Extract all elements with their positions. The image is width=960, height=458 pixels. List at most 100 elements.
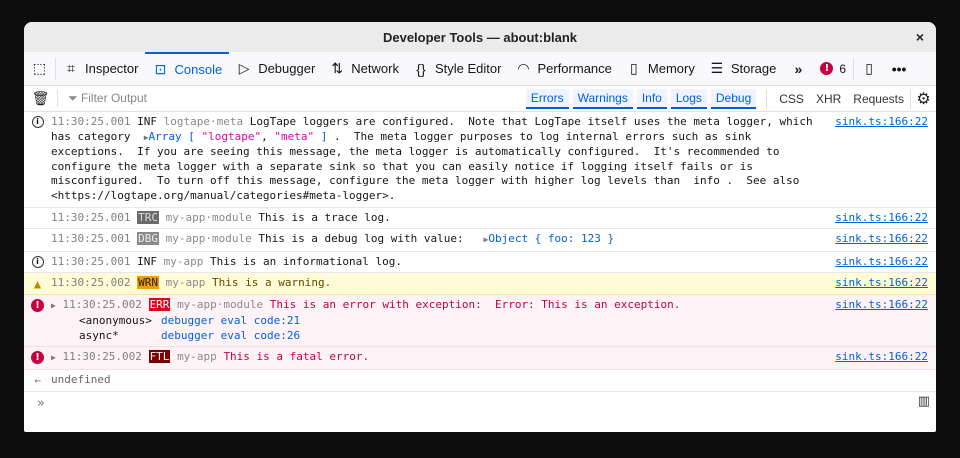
more-tools-button[interactable]: » xyxy=(783,52,813,86)
level-badge: FTL xyxy=(148,350,171,364)
dock-button[interactable]: ▯ xyxy=(853,57,884,80)
category: logtape·meta xyxy=(163,115,244,128)
level-badge: DBG xyxy=(137,232,159,246)
trash-icon: 🗑 xyxy=(31,90,50,106)
array-preview[interactable]: Array [ xyxy=(149,130,202,143)
tab-network[interactable]: ⇅ Network xyxy=(322,52,406,86)
filter-requests[interactable]: Requests xyxy=(847,92,910,106)
filter-input[interactable]: ⏷ Filter Output xyxy=(58,91,526,106)
error-icon: ! xyxy=(31,299,44,313)
tab-storage[interactable]: ☰ Storage xyxy=(702,52,784,86)
frame-location[interactable]: debugger eval code:21 xyxy=(161,314,300,327)
frame-function: <anonymous> xyxy=(79,313,152,327)
tab-label: Storage xyxy=(730,61,777,76)
frame-location[interactable]: debugger eval code:26 xyxy=(161,329,300,342)
source-link[interactable]: sink.ts:166:22 xyxy=(835,115,928,130)
tab-style-editor[interactable]: {} Style Editor xyxy=(406,52,508,86)
expand-triangle-icon[interactable]: ▶ xyxy=(51,353,56,362)
tab-memory[interactable]: ▯ Memory xyxy=(619,52,702,86)
storage-icon: ☰ xyxy=(710,60,724,76)
log-row-debug: 11:30:25.001 DBG my-app·module This is a… xyxy=(24,229,936,252)
message-text: This is a fatal error. xyxy=(223,350,370,364)
filter-css[interactable]: CSS xyxy=(773,92,810,106)
console-output: i 11:30:25.001 INF logtape·meta LogTape … xyxy=(24,112,936,416)
category: my-app·module xyxy=(165,232,252,246)
filter-info[interactable]: Info xyxy=(636,88,667,109)
info-icon: i xyxy=(31,255,44,268)
tab-label: Memory xyxy=(647,61,695,76)
info-icon: i xyxy=(31,116,44,128)
level-badge: WRN xyxy=(137,276,159,290)
source-link[interactable]: sink.ts:166:22 xyxy=(835,298,928,313)
picker-icon: ⬚ xyxy=(32,60,47,76)
tab-label: Inspector xyxy=(85,61,139,76)
source-link[interactable]: sink.ts:166:22 xyxy=(835,232,928,247)
category: my-app xyxy=(163,254,204,268)
source-link[interactable]: sink.ts:166:22 xyxy=(835,211,928,226)
tab-label: Style Editor xyxy=(434,61,502,76)
filter-debug[interactable]: Debug xyxy=(710,88,757,109)
more-icon: ••• xyxy=(891,60,907,77)
log-row-meta: i 11:30:25.001 INF logtape·meta LogTape … xyxy=(24,112,936,208)
close-icon[interactable]: × xyxy=(916,22,924,53)
category: my-app·module xyxy=(177,298,264,312)
message-text: This is a warning. xyxy=(211,276,332,290)
gauge-icon: ◠ xyxy=(517,60,530,76)
element-picker-button[interactable]: ⬚ xyxy=(24,57,56,80)
level-badge: TRC xyxy=(137,210,159,224)
timestamp: 11:30:25.002 xyxy=(62,298,142,312)
result-arrow-icon: ← xyxy=(34,373,41,387)
category: my-app·module xyxy=(165,210,252,224)
debugger-icon: ▷ xyxy=(238,60,250,76)
tab-performance[interactable]: ◠ Performance xyxy=(508,52,618,86)
frame-function: async* xyxy=(79,328,119,342)
dock-icon: ▯ xyxy=(865,60,873,76)
console-input[interactable]: » ▥ xyxy=(24,392,936,416)
source-link[interactable]: sink.ts:166:22 xyxy=(835,276,928,291)
source-link[interactable]: sink.ts:166:22 xyxy=(835,255,928,270)
clear-console-button[interactable]: 🗑 xyxy=(24,90,58,107)
tab-debugger[interactable]: ▷ Debugger xyxy=(229,52,322,86)
log-row-warning: ▲ 11:30:25.002 WRN my-app This is a warn… xyxy=(24,273,936,296)
warning-icon: ▲ xyxy=(33,277,42,292)
timestamp: 11:30:25.001 xyxy=(51,210,131,224)
log-row-trace: 11:30:25.001 TRC my-app·module This is a… xyxy=(24,208,936,230)
timestamp: 11:30:25.001 xyxy=(51,232,131,246)
chip-icon: ▯ xyxy=(630,60,638,76)
timestamp: 11:30:25.001 xyxy=(51,115,131,128)
title-bar: Developer Tools — about:blank × xyxy=(24,22,936,52)
level: INF xyxy=(137,254,157,268)
filter-xhr[interactable]: XHR xyxy=(810,92,847,106)
error-icon: ! xyxy=(31,351,44,365)
error-count-button[interactable]: ! 6 xyxy=(813,52,853,86)
filter-placeholder: Filter Output xyxy=(80,91,147,105)
timestamp: 11:30:25.002 xyxy=(62,350,142,364)
stack-trace: <anonymous> debugger eval code:21 async* de… xyxy=(51,314,826,343)
tab-console[interactable]: ⊡ Console xyxy=(145,51,230,86)
result-value: undefined xyxy=(51,372,111,386)
stack-frame: async* debugger eval code:26 xyxy=(79,329,826,344)
expand-triangle-icon[interactable]: ▶ xyxy=(51,301,56,310)
array-item: "logtape" xyxy=(201,129,262,143)
menu-button[interactable]: ••• xyxy=(884,52,914,86)
source-link[interactable]: sink.ts:166:22 xyxy=(835,350,928,365)
filter-errors[interactable]: Errors xyxy=(525,88,569,109)
object-preview[interactable]: Object { foo: 123 } xyxy=(488,232,614,245)
log-row-info: i 11:30:25.001 INF my-app This is an inf… xyxy=(24,252,936,274)
timestamp: 11:30:25.001 xyxy=(51,254,131,268)
toolbox-tabs: ⬚ ⌗ Inspector ⊡ Console ▷ Debugger ⇅ Network… xyxy=(24,51,936,86)
editor-mode-icon[interactable]: ▥ xyxy=(918,395,930,410)
filter-logs[interactable]: Logs xyxy=(670,88,707,109)
stack-frame: <anonymous> debugger eval code:21 xyxy=(79,314,826,329)
filter-bar: 🗑 ⏷ Filter Output Errors Warnings Info L… xyxy=(24,86,936,112)
log-row-error: ! ▶ 11:30:25.002 ERR my-app·module This … xyxy=(24,295,936,348)
timestamp: 11:30:25.002 xyxy=(51,276,131,290)
filter-warnings[interactable]: Warnings xyxy=(572,88,633,109)
divider xyxy=(766,89,768,108)
tab-inspector[interactable]: ⌗ Inspector xyxy=(56,52,145,86)
message-text: This is a trace log. xyxy=(258,210,391,224)
message-text: This is a debug log with value: xyxy=(258,232,477,246)
prompt-chevron-icon: » xyxy=(37,396,45,412)
window-title: Developer Tools — about:blank xyxy=(382,30,578,45)
settings-gear-icon[interactable]: ⚙ xyxy=(910,88,936,109)
